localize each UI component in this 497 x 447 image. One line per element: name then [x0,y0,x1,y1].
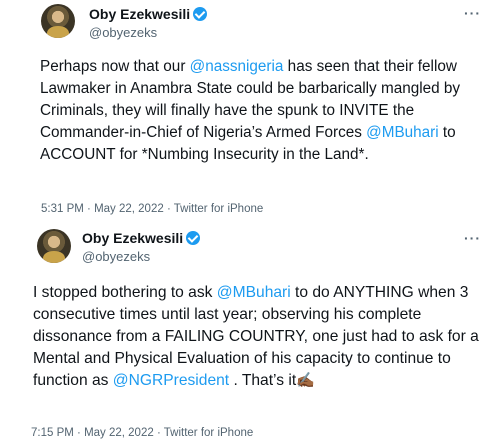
meta-separator: · [73,427,85,439]
tweet-date[interactable]: May 22, 2022 [84,427,154,439]
avatar[interactable] [37,229,71,263]
tweet-meta: 7:15 PM · May 22, 2022 · Twitter for iPh… [31,427,253,439]
tweet-source[interactable]: Twitter for iPhone [164,427,253,439]
tweet-meta: 5:31 PM · May 22, 2022 · Twitter for iPh… [41,203,263,215]
writing-hand-emoji: ✍🏾 [296,372,315,389]
verified-badge-icon [193,7,208,21]
meta-separator: · [153,427,164,439]
author-name[interactable]: Oby Ezekwesili [82,230,201,246]
avatar[interactable] [41,4,75,38]
tweet-text: I stopped bothering to ask @MBuhari to d… [33,282,493,392]
tweet-text-segment: Perhaps now that our [40,58,190,75]
mention-link[interactable]: @MBuhari [366,124,439,141]
mention-link[interactable]: @NGRPresident [113,372,229,389]
tweet-text-segment: I stopped bothering to ask [33,284,217,301]
meta-separator: · [163,203,174,215]
more-options-icon[interactable]: ··· [464,230,481,246]
tweet-text: Perhaps now that our @nassnigeria has se… [40,56,490,166]
tweet-time[interactable]: 5:31 PM [41,203,84,215]
tweet-1[interactable]: Oby Ezekwesili @obyezeks ··· Perhaps now… [0,0,497,222]
author-handle[interactable]: @obyezeks [82,249,150,264]
mention-link[interactable]: @MBuhari [217,284,291,301]
tweet-time[interactable]: 7:15 PM [31,427,74,439]
author-name[interactable]: Oby Ezekwesili [89,6,208,22]
tweet-source[interactable]: Twitter for iPhone [174,203,263,215]
verified-badge-icon [186,231,201,245]
more-options-icon[interactable]: ··· [464,5,481,21]
tweet-date[interactable]: May 22, 2022 [94,203,164,215]
tweet-text-segment: . That’s it [229,372,297,389]
meta-separator: · [83,203,95,215]
author-handle[interactable]: @obyezeks [89,25,157,40]
tweet-2[interactable]: Oby Ezekwesili @obyezeks ··· I stopped b… [0,222,497,447]
mention-link[interactable]: @nassnigeria [190,58,284,75]
